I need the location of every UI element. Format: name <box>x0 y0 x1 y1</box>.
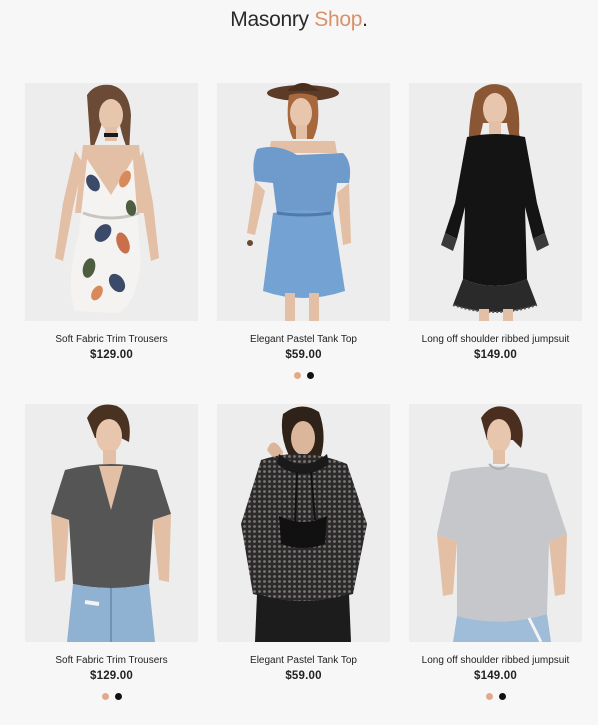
product-price: $129.00 <box>90 349 133 361</box>
swatch-peach[interactable] <box>293 372 301 379</box>
product-card[interactable]: Soft Fabric Trim Trousers $129.00 <box>25 83 198 404</box>
swatch-black[interactable] <box>114 693 122 700</box>
product-card[interactable]: Elegant Pastel Tank Top $59.00 <box>217 404 390 725</box>
shop-logo[interactable]: Masonry Shop. <box>0 8 598 32</box>
product-image-light-grey-tee[interactable] <box>409 404 582 642</box>
product-image-black-lace-dress[interactable] <box>409 83 582 321</box>
product-name[interactable]: Soft Fabric Trim Trousers <box>15 655 208 666</box>
product-image-grey-tee[interactable] <box>25 404 198 642</box>
product-price: $59.00 <box>285 670 322 682</box>
product-grid: Soft Fabric Trim Trousers $129.00 Elegan… <box>25 83 582 725</box>
swatch-peach[interactable] <box>101 693 109 700</box>
product-price: $59.00 <box>285 349 322 361</box>
color-swatches <box>217 372 390 379</box>
product-image-floral-dress[interactable] <box>25 83 198 321</box>
product-price: $149.00 <box>474 670 517 682</box>
product-card[interactable]: Soft Fabric Trim Trousers $129.00 <box>25 404 198 725</box>
product-image-blue-dress[interactable] <box>217 83 390 321</box>
logo-accent: Shop <box>314 8 363 31</box>
logo-dot: . <box>362 8 368 31</box>
product-name[interactable]: Elegant Pastel Tank Top <box>207 655 400 666</box>
product-name[interactable]: Long off shoulder ribbed jumpsuit <box>399 655 592 666</box>
product-name[interactable]: Elegant Pastel Tank Top <box>207 334 400 345</box>
product-name[interactable]: Soft Fabric Trim Trousers <box>15 334 208 345</box>
swatch-black[interactable] <box>306 372 314 379</box>
color-swatches <box>409 693 582 700</box>
product-card[interactable]: Long off shoulder ribbed jumpsuit $149.0… <box>409 83 582 404</box>
swatch-peach[interactable] <box>485 693 493 700</box>
product-name[interactable]: Long off shoulder ribbed jumpsuit <box>399 334 592 345</box>
product-card[interactable]: Elegant Pastel Tank Top $59.00 <box>217 83 390 404</box>
product-card[interactable]: Long off shoulder ribbed jumpsuit $149.0… <box>409 404 582 725</box>
logo-name: Masonry <box>230 8 309 31</box>
product-image-mesh-hoodie[interactable] <box>217 404 390 642</box>
color-swatches <box>25 693 198 700</box>
product-price: $149.00 <box>474 349 517 361</box>
product-price: $129.00 <box>90 670 133 682</box>
swatch-black[interactable] <box>498 693 506 700</box>
